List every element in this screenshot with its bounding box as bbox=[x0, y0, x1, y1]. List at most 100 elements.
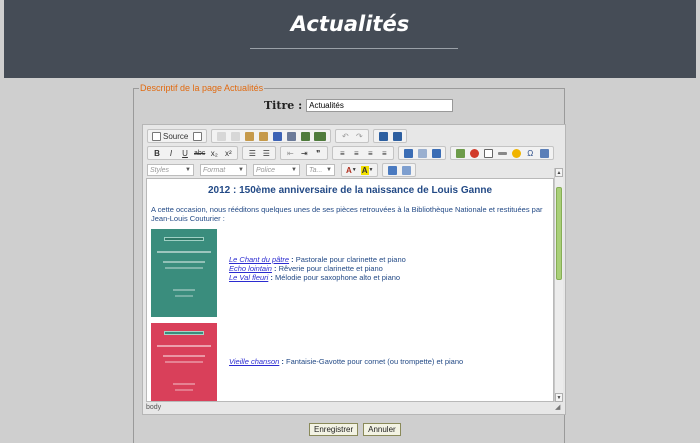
page-header: Actualités bbox=[4, 0, 696, 78]
indent-button[interactable]: ⇥ bbox=[298, 147, 310, 159]
binoculars-icon bbox=[378, 131, 388, 141]
unlink-icon bbox=[417, 148, 427, 158]
content-intro: A cette occasion, nous rééditons quelque… bbox=[151, 205, 543, 223]
format-combo[interactable]: Format ▼ bbox=[200, 164, 247, 176]
undo-button[interactable]: ↶ bbox=[339, 130, 351, 142]
chevron-down-icon: ▼ bbox=[238, 167, 244, 173]
source-button[interactable]: Source bbox=[151, 130, 189, 142]
background-color-icon: A bbox=[360, 165, 369, 175]
toolbar-group-history: ↶ ↷ bbox=[335, 129, 370, 143]
bulleted-list-icon: ☰ bbox=[262, 148, 270, 158]
paste-text-button[interactable] bbox=[257, 130, 269, 142]
special-char-button[interactable]: Ω bbox=[524, 147, 536, 159]
print-button[interactable] bbox=[285, 130, 297, 142]
size-combo[interactable]: Ta... ▼ bbox=[306, 164, 335, 176]
underline-button[interactable]: U bbox=[179, 147, 191, 159]
subscript-button[interactable]: x₂ bbox=[208, 147, 220, 159]
link-button[interactable] bbox=[402, 147, 414, 159]
paste-word-icon bbox=[272, 131, 282, 141]
rich-text-editor: Source ↶ ↷ B I U abc x₂ x² ☰ ☰ ⇤ ⇥ ❞ ≡ ≡… bbox=[142, 124, 566, 415]
strikethrough-button[interactable]: abc bbox=[193, 147, 206, 159]
maximize-button[interactable] bbox=[386, 164, 398, 176]
styles-combo[interactable]: Styles ▼ bbox=[147, 164, 194, 176]
page-break-icon bbox=[539, 148, 549, 158]
work-item: Le Val fleuri : Mélodie pour saxophone a… bbox=[229, 273, 401, 282]
scroll-up-icon[interactable]: ▲ bbox=[555, 168, 563, 177]
paste-word-button[interactable] bbox=[271, 130, 283, 142]
anchor-button[interactable] bbox=[430, 147, 442, 159]
bulleted-list-button[interactable]: ☰ bbox=[260, 147, 272, 159]
cancel-button[interactable]: Annuler bbox=[363, 423, 401, 436]
align-justify-button[interactable]: ≡ bbox=[378, 147, 390, 159]
editor-content-area[interactable]: 2012 : 150ème anniversaire de la naissan… bbox=[146, 178, 554, 402]
horizontal-rule-button[interactable] bbox=[496, 147, 508, 159]
show-blocks-icon bbox=[401, 165, 411, 175]
toolbar-group-align: ≡ ≡ ≡ ≡ bbox=[332, 146, 395, 160]
align-justify-icon: ≡ bbox=[381, 148, 387, 158]
toolbar-row-1: Source ↶ ↷ bbox=[147, 129, 411, 143]
omega-icon: Ω bbox=[527, 148, 534, 158]
spellcheck-menu-icon bbox=[314, 131, 327, 141]
smiley-icon bbox=[511, 148, 521, 158]
work-item: Echo lointain : Rêverie pour clarinette … bbox=[229, 264, 383, 273]
scrollbar-thumb[interactable] bbox=[556, 187, 562, 280]
align-right-icon: ≡ bbox=[367, 148, 373, 158]
background-color-button[interactable]: A ▼ bbox=[360, 164, 375, 176]
score-cover-image-red bbox=[151, 323, 217, 401]
spellcheck-button[interactable] bbox=[299, 130, 311, 142]
work-link[interactable]: Le Val fleuri bbox=[229, 273, 268, 282]
bold-button[interactable]: B bbox=[151, 147, 163, 159]
page-break-button[interactable] bbox=[538, 147, 550, 159]
indent-icon: ⇥ bbox=[300, 148, 308, 158]
flash-button[interactable] bbox=[468, 147, 480, 159]
image-button[interactable] bbox=[454, 147, 466, 159]
scissors-icon bbox=[216, 131, 226, 141]
show-blocks-button[interactable] bbox=[400, 164, 412, 176]
unlink-button[interactable] bbox=[416, 147, 428, 159]
title-label: Titre : bbox=[264, 98, 303, 112]
replace-button[interactable] bbox=[391, 130, 403, 142]
preview-button[interactable] bbox=[191, 130, 203, 142]
align-right-button[interactable]: ≡ bbox=[364, 147, 376, 159]
align-center-button[interactable]: ≡ bbox=[350, 147, 362, 159]
italic-button[interactable]: I bbox=[165, 147, 177, 159]
spellcheck-dropdown-button[interactable] bbox=[313, 130, 327, 142]
paste-button[interactable] bbox=[243, 130, 255, 142]
superscript-button[interactable]: x² bbox=[222, 147, 234, 159]
smiley-button[interactable] bbox=[510, 147, 522, 159]
chevron-down-icon: ▼ bbox=[185, 167, 191, 173]
work-link[interactable]: Le Chant du pâtre bbox=[229, 255, 289, 264]
table-button[interactable] bbox=[482, 147, 494, 159]
page-title: Actualités bbox=[290, 12, 410, 36]
title-input[interactable] bbox=[306, 98, 454, 112]
outdent-button[interactable]: ⇤ bbox=[284, 147, 296, 159]
table-icon bbox=[483, 148, 493, 158]
font-combo[interactable]: Police ▼ bbox=[253, 164, 300, 176]
blockquote-button[interactable]: ❞ bbox=[312, 147, 324, 159]
numbered-list-icon: ☰ bbox=[248, 148, 256, 158]
align-left-button[interactable]: ≡ bbox=[336, 147, 348, 159]
redo-button[interactable]: ↷ bbox=[353, 130, 365, 142]
resize-handle-icon[interactable]: ◢ bbox=[555, 404, 562, 411]
numbered-list-button[interactable]: ☰ bbox=[246, 147, 258, 159]
toolbar-group-clipboard bbox=[211, 129, 332, 143]
editor-scrollbar[interactable]: ▲ ▼ bbox=[554, 168, 563, 402]
find-button[interactable] bbox=[377, 130, 389, 142]
save-button[interactable]: Enregistrer bbox=[309, 423, 359, 436]
work-link[interactable]: Echo lointain bbox=[229, 264, 272, 273]
chevron-down-icon: ▼ bbox=[368, 167, 374, 173]
text-color-button[interactable]: A ▼ bbox=[345, 164, 358, 176]
work-link[interactable]: Vieille chanson bbox=[229, 357, 279, 366]
copy-button[interactable] bbox=[229, 130, 241, 142]
link-icon bbox=[403, 148, 413, 158]
copy-icon bbox=[230, 131, 240, 141]
toolbar-group-links bbox=[398, 146, 447, 160]
outdent-icon: ⇤ bbox=[286, 148, 294, 158]
scroll-down-icon[interactable]: ▼ bbox=[555, 393, 563, 402]
element-path[interactable]: body bbox=[146, 404, 161, 411]
align-center-icon: ≡ bbox=[353, 148, 359, 158]
flag-icon bbox=[431, 148, 441, 158]
cut-button[interactable] bbox=[215, 130, 227, 142]
toolbar-group-tools bbox=[382, 163, 417, 177]
toolbar-group-find bbox=[373, 129, 408, 143]
